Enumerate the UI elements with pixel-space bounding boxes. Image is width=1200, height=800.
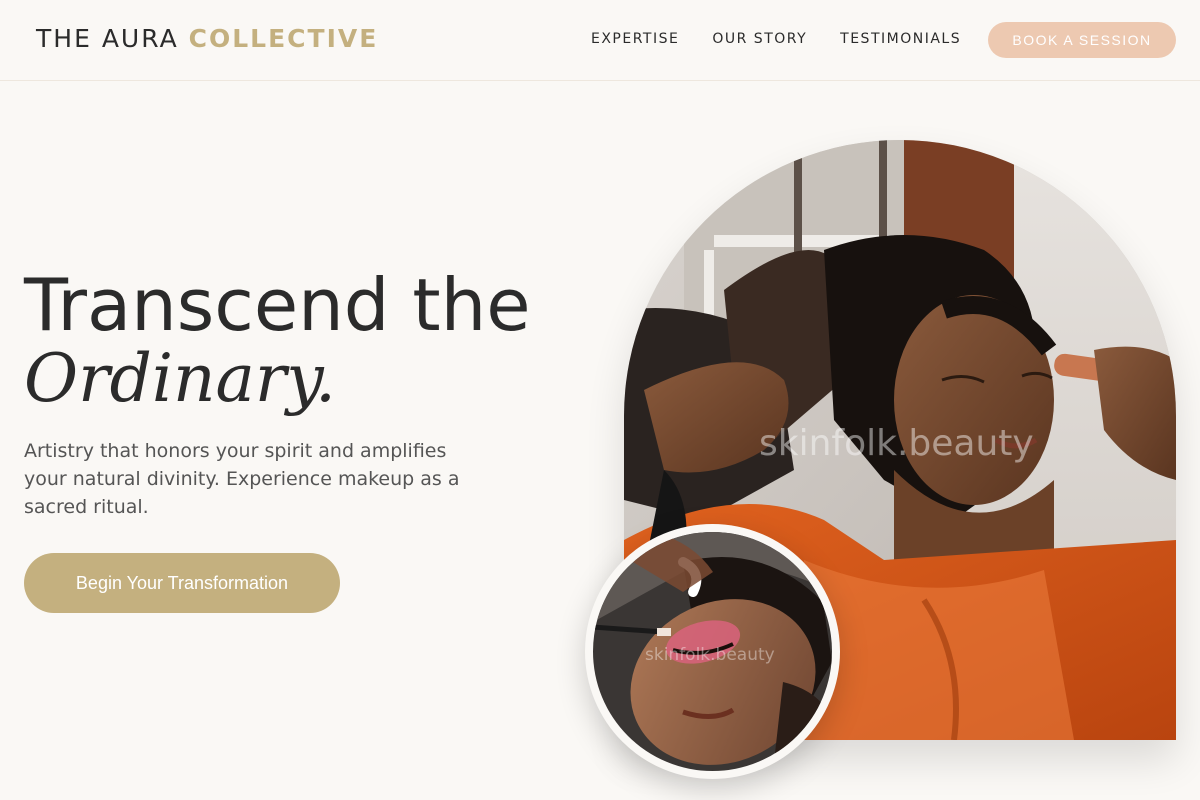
hero-title-line2: Ordinary. bbox=[24, 340, 336, 417]
nav-link-our-story[interactable]: OUR STORY bbox=[712, 31, 807, 47]
main-photo-watermark: skinfolk.beauty bbox=[759, 423, 1034, 464]
eye-makeup-photo-illustration: skinfolk.beauty bbox=[593, 532, 832, 771]
inset-photo-frame: skinfolk.beauty bbox=[585, 524, 840, 779]
hero-title: Transcend the Ordinary. bbox=[24, 268, 531, 416]
inset-photo-watermark: skinfolk.beauty bbox=[645, 645, 775, 665]
nav-link-testimonials[interactable]: TESTIMONIALS bbox=[840, 31, 961, 47]
hero-title-line1: Transcend the bbox=[24, 263, 531, 347]
nav-link-expertise[interactable]: EXPERTISE bbox=[591, 31, 679, 47]
hero-subtitle: Artistry that honors your spirit and amp… bbox=[24, 440, 460, 518]
logo-text-accent: COLLECTIVE bbox=[188, 24, 379, 53]
book-session-button[interactable]: BOOK A SESSION bbox=[988, 22, 1176, 58]
main-nav: EXPERTISE OUR STORY TESTIMONIALS bbox=[591, 31, 961, 47]
brand-logo[interactable]: THE AURA COLLECTIVE bbox=[36, 24, 378, 53]
inset-photo: skinfolk.beauty bbox=[593, 532, 832, 771]
begin-transformation-button[interactable]: Begin Your Transformation bbox=[24, 553, 340, 613]
top-navigation-bar: THE AURA COLLECTIVE EXPERTISE OUR STORY … bbox=[0, 0, 1200, 81]
logo-text-primary: THE AURA bbox=[36, 24, 179, 53]
